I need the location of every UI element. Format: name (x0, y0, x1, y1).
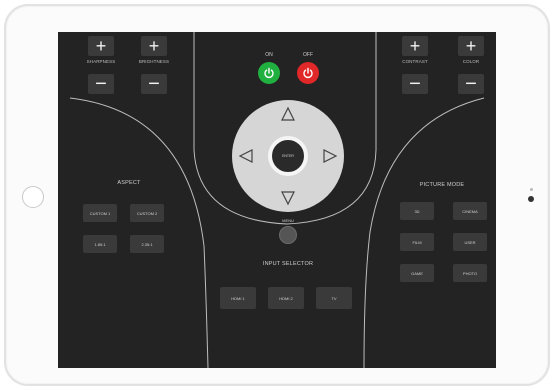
triangle-up-icon[interactable] (280, 106, 296, 122)
enter-button[interactable]: ENTER (268, 136, 308, 176)
power-on-label: ON (265, 52, 273, 58)
picture-cinema-button[interactable]: CINEMA (453, 202, 487, 220)
picture-film-button[interactable]: FILM (400, 233, 434, 251)
input-tv-button[interactable]: TV (316, 287, 352, 309)
picture-game-button[interactable]: GAME (400, 264, 434, 282)
contrast-minus-button[interactable]: − (402, 74, 428, 94)
color-plus-button[interactable]: + (458, 36, 484, 56)
power-icon (303, 67, 313, 79)
power-icon (264, 67, 274, 79)
power-on-button[interactable] (258, 62, 280, 84)
aspect-custom1-button[interactable]: CUSTOM 1 (83, 204, 117, 222)
sharpness-plus-button[interactable]: + (88, 36, 114, 56)
contrast-label: CONTRAST (402, 59, 428, 64)
sensor-dot (530, 188, 533, 191)
home-button[interactable] (22, 186, 44, 208)
picture-user-button[interactable]: USER (453, 233, 487, 251)
sharpness-label: SHARPNESS (86, 59, 116, 64)
triangle-down-icon[interactable] (280, 190, 296, 206)
brightness-plus-button[interactable]: + (141, 36, 167, 56)
menu-label: MENU (282, 218, 294, 223)
triangle-right-icon[interactable] (322, 148, 338, 164)
triangle-left-icon[interactable] (238, 148, 254, 164)
sharpness-minus-button[interactable]: − (88, 74, 114, 94)
remote-screen: + SHARPNESS − + BRIGHTNESS − + CONTRAST … (58, 32, 496, 368)
power-off-label: OFF (303, 52, 313, 58)
aspect-185-button[interactable]: 1.85:1 (83, 235, 117, 253)
input-selector-title: INPUT SELECTOR (262, 261, 314, 267)
aspect-title: ASPECT (117, 180, 141, 186)
picture-photo-button[interactable]: PHOTO (453, 264, 487, 282)
input-hdmi2-button[interactable]: HDMI 2 (268, 287, 304, 309)
color-minus-button[interactable]: − (458, 74, 484, 94)
color-label: COLOR (462, 59, 480, 64)
brightness-minus-button[interactable]: − (141, 74, 167, 94)
aspect-custom2-button[interactable]: CUSTOM 2 (130, 204, 164, 222)
menu-button[interactable] (279, 226, 297, 244)
brightness-label: BRIGHTNESS (138, 59, 170, 64)
power-off-button[interactable] (297, 62, 319, 84)
picture-3d-button[interactable]: 3D (400, 202, 434, 220)
picture-mode-title: PICTURE MODE (419, 182, 465, 188)
camera-dot (528, 196, 534, 202)
input-hdmi1-button[interactable]: HDMI 1 (220, 287, 256, 309)
dpad: ENTER (232, 100, 344, 212)
aspect-235-button[interactable]: 2.35:1 (130, 235, 164, 253)
contrast-plus-button[interactable]: + (402, 36, 428, 56)
